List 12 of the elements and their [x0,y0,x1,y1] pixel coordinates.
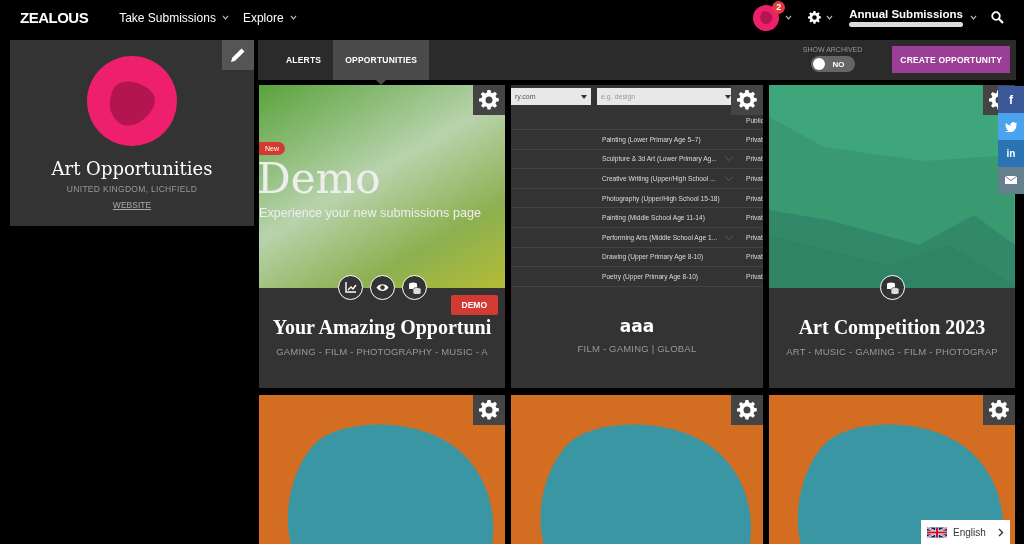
demo-heading: Demo [259,158,381,200]
organisation-location: UNITED KINGDOM, LICHFIELD [66,184,198,194]
demo-badge: DEMO [450,295,498,315]
card-title: Art Competition 2023 [798,316,986,339]
card-tags: ART - MUSIC - GAMING - FILM - PHOTOGRAP [786,346,998,357]
organisation-name: Art Opportunities [51,158,213,179]
notification-badge: 2 [772,0,786,14]
card-title: aaa [619,316,655,336]
card-tags: GAMING - FILM - PHOTOGRAPHY - MUSIC - A [276,346,488,357]
card-tags: FILM - GAMING | GLOBAL [577,343,697,354]
demo-tagline: Experience your new submissions page [259,206,481,220]
card-title: Your Amazing Opportuni [272,316,492,339]
